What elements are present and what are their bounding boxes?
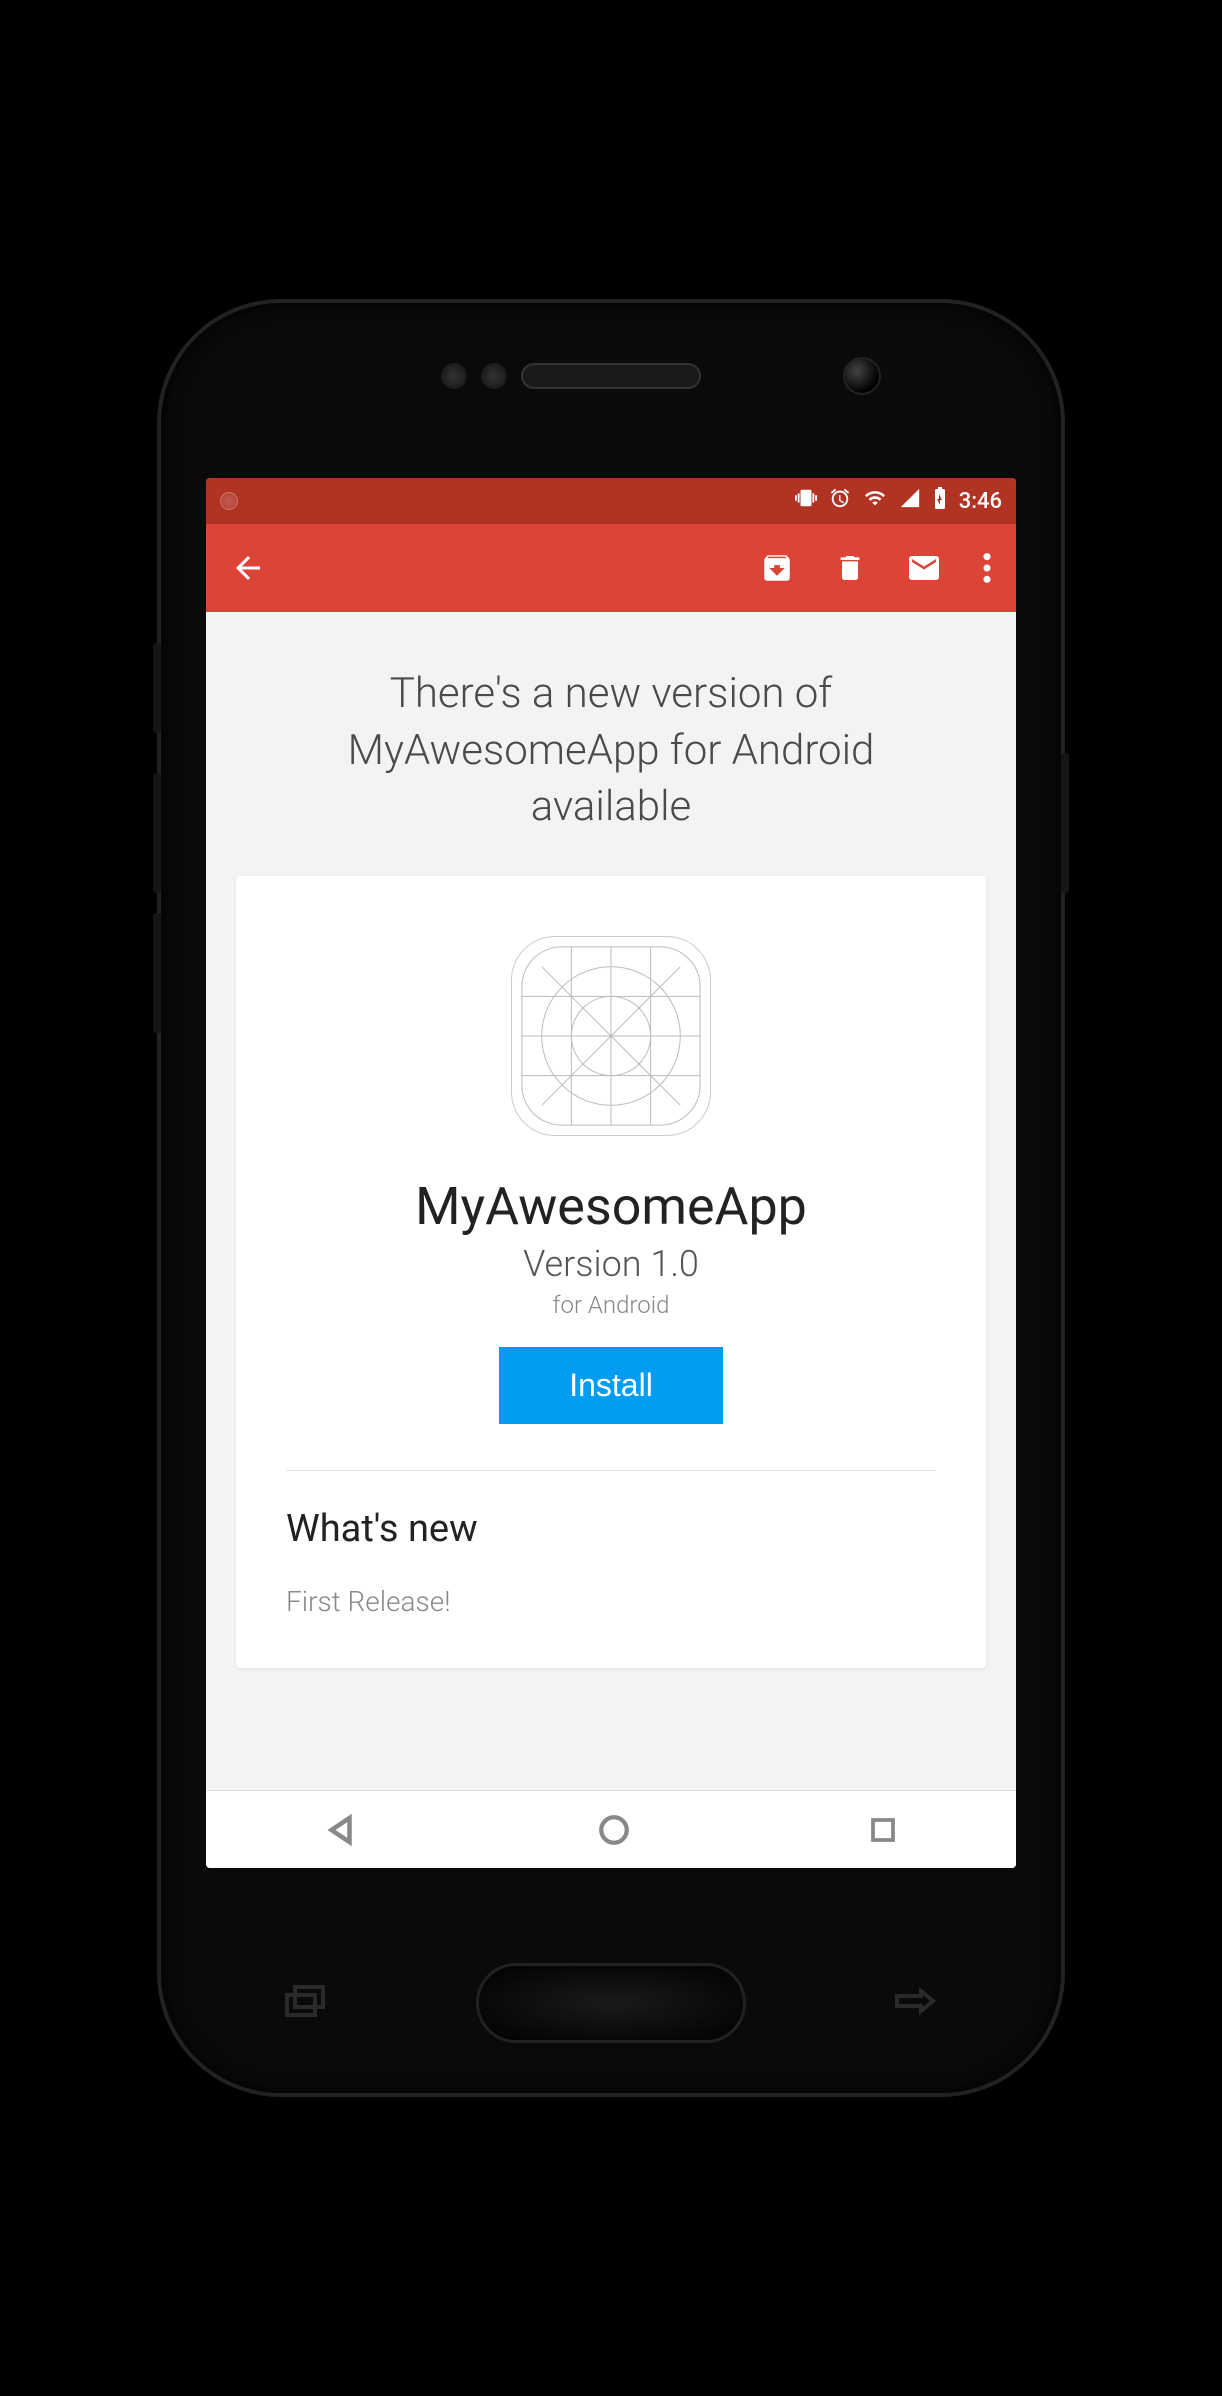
earpiece-speaker-icon — [521, 363, 701, 389]
app-icon-placeholder-icon — [511, 936, 711, 1136]
archive-icon — [760, 551, 794, 585]
whats-new-body: First Release! — [286, 1585, 936, 1618]
app-bar — [206, 524, 1016, 612]
email-content[interactable]: There's a new version of MyAwesomeApp fo… — [206, 612, 1016, 1790]
app-platform: for Android — [286, 1291, 936, 1319]
app-version: Version 1.0 — [286, 1243, 936, 1285]
capacitive-back-icon — [885, 1981, 941, 2025]
phone-frame: 3:46 — [161, 303, 1061, 2093]
more-vert-icon — [982, 551, 992, 585]
app-update-card: MyAwesomeApp Version 1.0 for Android Ins… — [236, 876, 986, 1668]
install-button[interactable]: Install — [499, 1347, 723, 1424]
phone-bottom-hardware — [161, 1963, 1061, 2043]
mail-icon — [906, 550, 942, 586]
light-sensor-icon — [481, 363, 507, 389]
status-time: 3:46 — [959, 489, 1002, 514]
hardware-home-button[interactable] — [476, 1963, 746, 2043]
status-bar: 3:46 — [206, 478, 1016, 524]
capacitive-recents-icon — [281, 1981, 331, 2025]
volume-buttons-icon — [153, 643, 161, 1033]
arrow-back-icon — [230, 550, 266, 586]
phone-top-hardware — [161, 363, 1061, 389]
triangle-back-icon — [324, 1812, 360, 1848]
archive-button[interactable] — [760, 551, 794, 585]
trash-icon — [834, 552, 866, 584]
battery-charging-icon — [933, 487, 947, 515]
circle-home-icon — [597, 1813, 631, 1847]
nav-back-button[interactable] — [324, 1812, 360, 1848]
front-camera-icon — [843, 357, 881, 395]
android-nav-bar — [206, 1790, 1016, 1868]
notification-dot-icon — [220, 492, 238, 510]
app-name: MyAwesomeApp — [286, 1176, 936, 1237]
vibrate-icon — [795, 487, 817, 515]
alarm-icon — [829, 487, 851, 515]
square-recents-icon — [868, 1815, 898, 1845]
wifi-icon — [863, 487, 887, 515]
divider — [286, 1470, 936, 1471]
whats-new-title: What's new — [286, 1507, 936, 1551]
more-button[interactable] — [982, 551, 992, 585]
back-button[interactable] — [230, 550, 266, 586]
power-button-icon — [1061, 753, 1069, 893]
email-subject: There's a new version of MyAwesomeApp fo… — [236, 656, 986, 876]
delete-button[interactable] — [834, 552, 866, 584]
mark-unread-button[interactable] — [906, 550, 942, 586]
screen: 3:46 — [206, 478, 1016, 1868]
nav-home-button[interactable] — [597, 1813, 631, 1847]
proximity-sensor-icon — [441, 363, 467, 389]
signal-icon — [899, 487, 921, 515]
nav-recents-button[interactable] — [868, 1815, 898, 1845]
